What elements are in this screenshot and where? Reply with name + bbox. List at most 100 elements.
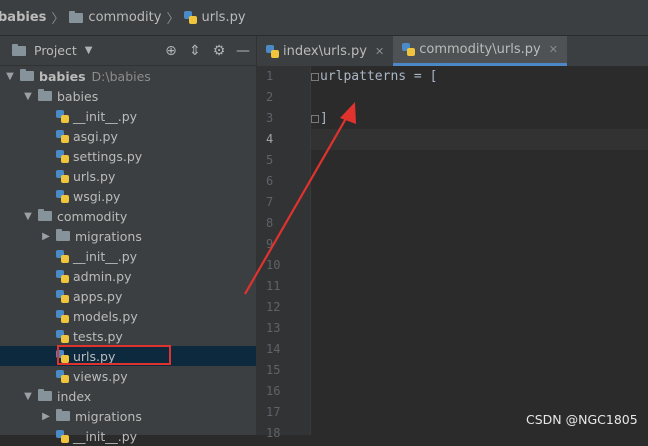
chevron-down-icon[interactable]: ▼ xyxy=(4,71,16,82)
code-line[interactable] xyxy=(311,381,648,402)
tree-item[interactable]: models.py xyxy=(0,306,256,326)
code-line[interactable] xyxy=(311,297,648,318)
tree-item-label: views.py xyxy=(73,368,128,384)
line-number-gutter: 1 2 3 4 5 6 7 8 9 10 11 12 13 14 15 16 17 18 xyxy=(257,66,311,440)
tree-item[interactable]: asgi.py xyxy=(0,126,256,146)
python-file-icon xyxy=(184,11,198,24)
tree-item[interactable]: settings.py xyxy=(0,146,256,166)
python-file-icon xyxy=(56,309,69,323)
folder-icon xyxy=(38,89,52,101)
python-file-icon xyxy=(56,129,69,143)
line-number: 8 xyxy=(266,216,274,230)
folder-icon xyxy=(56,229,70,241)
code-line[interactable] xyxy=(311,360,648,381)
tree-item[interactable]: ▼ babies xyxy=(0,86,256,106)
breadcrumb-item-project[interactable]: babies xyxy=(0,10,46,25)
tree-item-label: commodity xyxy=(57,208,128,224)
tree-item[interactable]: urls.py xyxy=(0,166,256,186)
chevron-down-icon[interactable]: ▼ xyxy=(22,211,34,222)
python-file-icon xyxy=(56,249,69,263)
code-line[interactable]: urlpatterns = [ xyxy=(311,66,648,87)
target-icon[interactable]: ⊕ xyxy=(164,43,178,59)
tree-item-label: babies xyxy=(57,88,99,104)
python-file-icon xyxy=(56,369,69,383)
breadcrumb-item-file[interactable]: urls.py xyxy=(184,10,246,25)
fold-marker-icon[interactable] xyxy=(311,73,319,81)
line-number: 7 xyxy=(266,195,274,209)
tree-item[interactable]: ▼ babies D:\babies xyxy=(0,66,256,86)
tree-item[interactable]: urls.py xyxy=(0,345,256,366)
code-line[interactable] xyxy=(311,87,648,108)
code-line[interactable] xyxy=(311,150,648,171)
minimize-icon[interactable]: — xyxy=(236,43,250,59)
tree-item-label: migrations xyxy=(75,228,142,244)
tree-item[interactable]: wsgi.py xyxy=(0,186,256,206)
breadcrumb-label: commodity xyxy=(88,10,162,25)
tab-index-urls[interactable]: index\urls.py ✕ xyxy=(257,36,393,66)
tab-commodity-urls[interactable]: commodity\urls.py ✕ xyxy=(393,36,567,66)
code-line[interactable] xyxy=(311,339,648,360)
python-file-icon xyxy=(56,429,69,443)
tree-item-label: __init__.py xyxy=(73,108,138,124)
line-number: 10 xyxy=(266,258,281,272)
chevron-right-icon[interactable]: ▶ xyxy=(40,411,52,422)
code-editor[interactable]: urlpatterns = [] xyxy=(311,66,648,435)
tree-item[interactable]: __init__.py xyxy=(0,246,256,266)
python-file-icon xyxy=(56,109,69,123)
tree-item-label: settings.py xyxy=(73,148,143,164)
breadcrumb-item-commodity[interactable]: commodity xyxy=(69,10,161,25)
tree-item[interactable]: views.py xyxy=(0,366,256,386)
line-number: 18 xyxy=(266,426,281,440)
tree-item-label: urls.py xyxy=(73,168,116,184)
tree-item[interactable]: __init__.py xyxy=(0,426,256,446)
tree-item[interactable]: tests.py xyxy=(0,326,256,346)
close-icon[interactable]: ✕ xyxy=(549,43,558,56)
chevron-down-icon[interactable]: ▼ xyxy=(22,91,34,102)
folder-icon xyxy=(38,389,52,401)
chevron-right-icon[interactable]: ▶ xyxy=(40,231,52,242)
code-line[interactable] xyxy=(311,255,648,276)
breadcrumb-label: urls.py xyxy=(201,10,246,25)
code-line[interactable] xyxy=(311,276,648,297)
tree-item-label: __init__.py xyxy=(73,248,138,264)
line-number: 12 xyxy=(266,300,281,314)
python-file-icon xyxy=(56,169,69,183)
code-line[interactable] xyxy=(311,234,648,255)
tree-item[interactable]: ▼ commodity xyxy=(0,206,256,226)
python-file-icon xyxy=(56,269,69,283)
code-line[interactable]: ] xyxy=(311,108,648,129)
chevron-down-icon[interactable]: ▼ xyxy=(22,391,34,402)
tree-item-label: admin.py xyxy=(73,268,132,284)
tree-item[interactable]: apps.py xyxy=(0,286,256,306)
tree-item[interactable]: ▶ migrations xyxy=(0,406,256,426)
tree-item[interactable]: ▼ index xyxy=(0,386,256,406)
folder-icon xyxy=(69,10,84,23)
line-number: 16 xyxy=(266,384,281,398)
tree-item[interactable]: admin.py xyxy=(0,266,256,286)
code-line[interactable] xyxy=(311,129,648,150)
fold-marker-icon[interactable] xyxy=(311,115,319,123)
project-view-selector[interactable]: Project xyxy=(34,43,77,58)
gear-icon[interactable]: ⚙ xyxy=(212,43,226,59)
watermark: CSDN @NGC1805 xyxy=(526,412,638,427)
chevron-down-icon[interactable]: ▼ xyxy=(85,45,93,56)
collapse-icon[interactable]: ⇕ xyxy=(188,43,202,59)
tree-item-label: apps.py xyxy=(73,288,123,304)
tree-item-label: migrations xyxy=(75,408,142,424)
tree-item-label: __init__.py xyxy=(73,428,138,444)
line-number: 15 xyxy=(266,363,281,377)
project-panel-toolbar: Project ▼ ⊕ ⇕ ⚙ — xyxy=(0,36,256,66)
code-line[interactable] xyxy=(311,171,648,192)
close-icon[interactable]: ✕ xyxy=(375,45,384,58)
code-line[interactable] xyxy=(311,192,648,213)
line-number: 2 xyxy=(266,90,274,104)
code-line[interactable] xyxy=(311,318,648,339)
python-file-icon xyxy=(56,149,69,163)
code-line[interactable] xyxy=(311,213,648,234)
project-panel: Project ▼ ⊕ ⇕ ⚙ — ▼ babies D:\babies ▼ babie… xyxy=(0,36,257,444)
tree-item-label: urls.py xyxy=(73,348,116,364)
tree-item[interactable]: ▶ migrations xyxy=(0,226,256,246)
tab-label: index\urls.py xyxy=(283,43,367,59)
tree-item[interactable]: __init__.py xyxy=(0,106,256,126)
tree-item-label: asgi.py xyxy=(73,128,118,144)
